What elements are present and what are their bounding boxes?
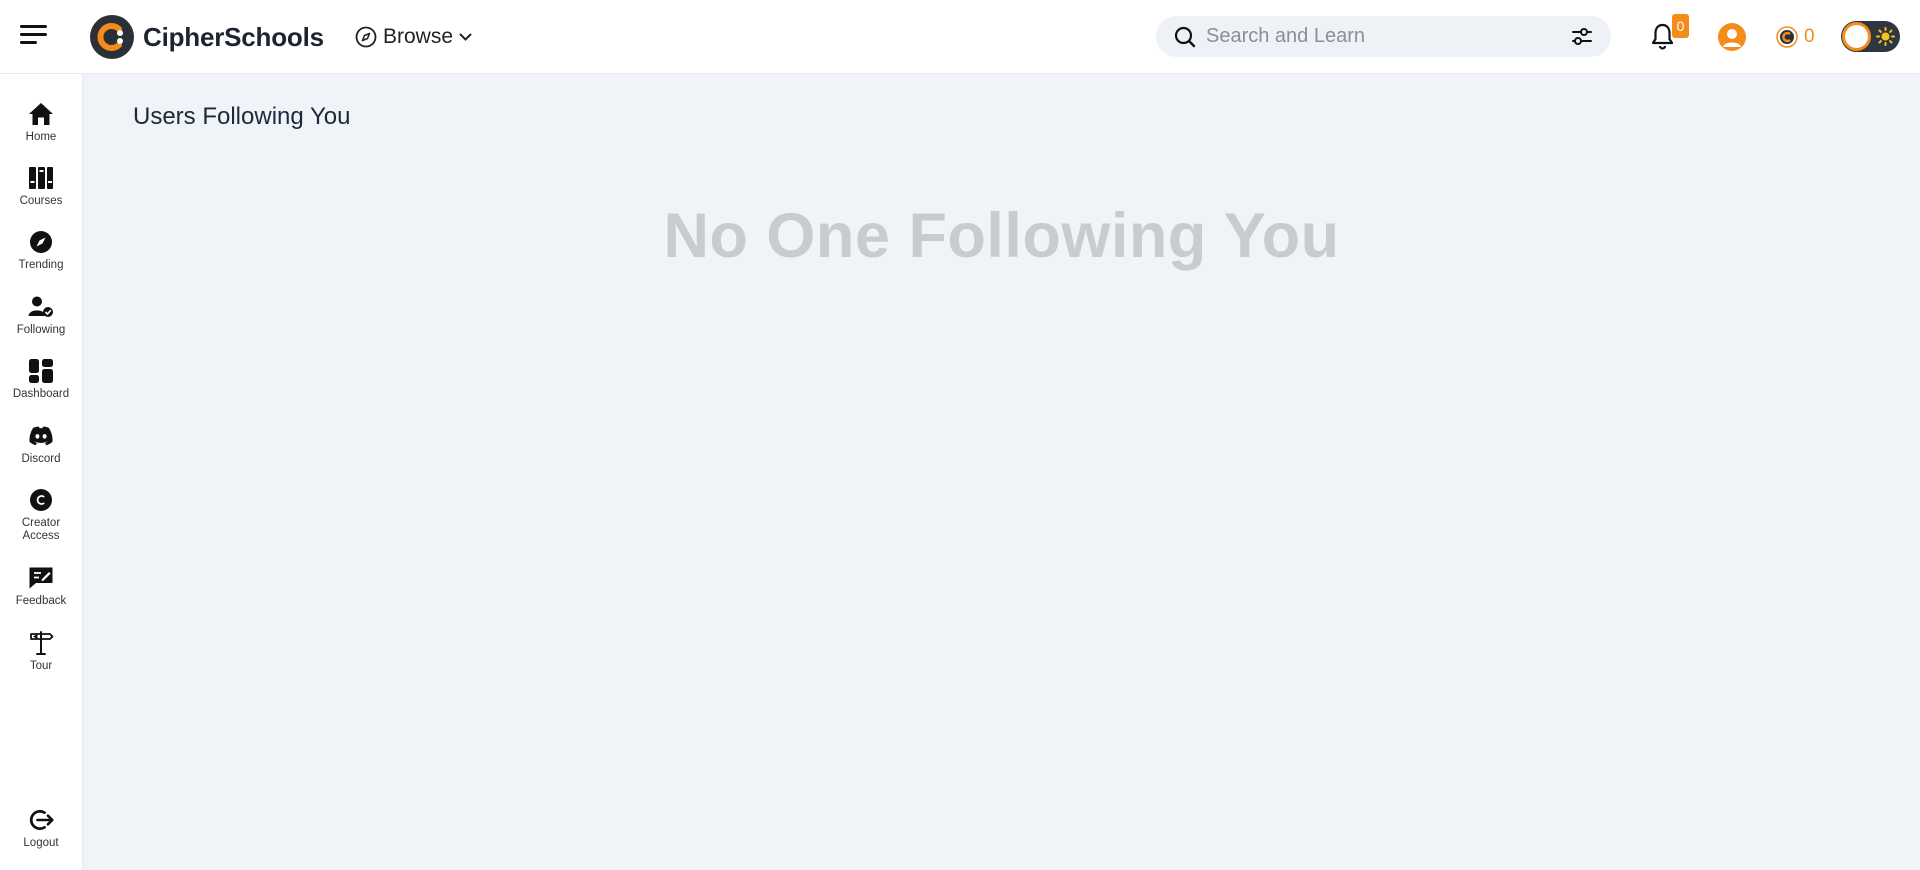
top-bar: CipherSchools Browse 0 — [0, 0, 1920, 74]
sidebar-item-label: Tour — [29, 660, 53, 672]
filter-icon[interactable] — [1571, 27, 1593, 47]
sidebar-item-label: Following — [16, 324, 66, 336]
courses-icon — [28, 165, 54, 191]
sidebar-item-creator-access[interactable]: Creator Access — [0, 487, 82, 543]
sidebar-item-label: Discord — [21, 453, 61, 465]
empty-state-message: No One Following You — [663, 201, 1340, 271]
sidebar-item-label: Home — [25, 131, 57, 143]
theme-toggle[interactable] — [1841, 21, 1900, 52]
sidebar-item-label: Creator Access — [21, 517, 61, 542]
dashboard-icon — [28, 358, 54, 384]
sidebar-item-discord[interactable]: Discord — [0, 423, 82, 466]
creator-icon — [28, 487, 54, 513]
sidebar: Home Courses Trending Following Dashboar… — [0, 74, 83, 870]
sun-icon — [1876, 27, 1895, 46]
signpost-icon — [28, 630, 54, 656]
browse-label: Browse — [383, 25, 454, 48]
user-check-icon — [28, 294, 54, 320]
home-icon — [28, 101, 54, 127]
sidebar-logout-label: Logout — [23, 837, 59, 849]
brand-name: CipherSchools — [143, 21, 324, 52]
sidebar-item-feedback[interactable]: Feedback — [0, 565, 82, 608]
toggle-knob — [1842, 22, 1871, 51]
logout-icon — [28, 807, 54, 833]
notification-count-badge: 0 — [1672, 14, 1689, 38]
brand-logo-link[interactable]: CipherSchools — [90, 15, 324, 59]
sidebar-item-following[interactable]: Following — [0, 294, 82, 337]
search-icon — [1174, 26, 1196, 48]
search-input[interactable] — [1206, 21, 1556, 52]
coin-count: 0 — [1804, 26, 1815, 47]
chevron-down-icon — [459, 33, 472, 41]
sidebar-item-tour[interactable]: Tour — [0, 630, 82, 673]
user-icon — [1723, 29, 1741, 47]
sidebar-item-label: Trending — [18, 259, 64, 271]
browse-dropdown[interactable]: Browse — [355, 24, 472, 50]
sidebar-item-label: Courses — [19, 195, 63, 207]
sidebar-item-label: Feedback — [15, 595, 67, 607]
search-bar — [1156, 16, 1611, 57]
sidebar-item-courses[interactable]: Courses — [0, 165, 82, 208]
discord-icon — [28, 423, 54, 449]
cipher-coin-icon — [1776, 26, 1798, 48]
sidebar-item-dashboard[interactable]: Dashboard — [0, 358, 82, 401]
sidebar-item-trending[interactable]: Trending — [0, 229, 82, 272]
menu-icon[interactable] — [20, 25, 47, 45]
coins-balance[interactable]: 0 — [1776, 24, 1815, 50]
sidebar-item-label: Dashboard — [12, 388, 70, 400]
sidebar-logout[interactable]: Logout — [0, 807, 82, 850]
sidebar-item-home[interactable]: Home — [0, 101, 82, 144]
page-title: Users Following You — [133, 103, 351, 130]
user-avatar[interactable] — [1718, 23, 1746, 51]
cipherschools-logo-icon — [90, 15, 134, 59]
compass-icon — [28, 229, 54, 255]
compass-icon — [355, 26, 377, 48]
feedback-icon — [28, 565, 54, 591]
